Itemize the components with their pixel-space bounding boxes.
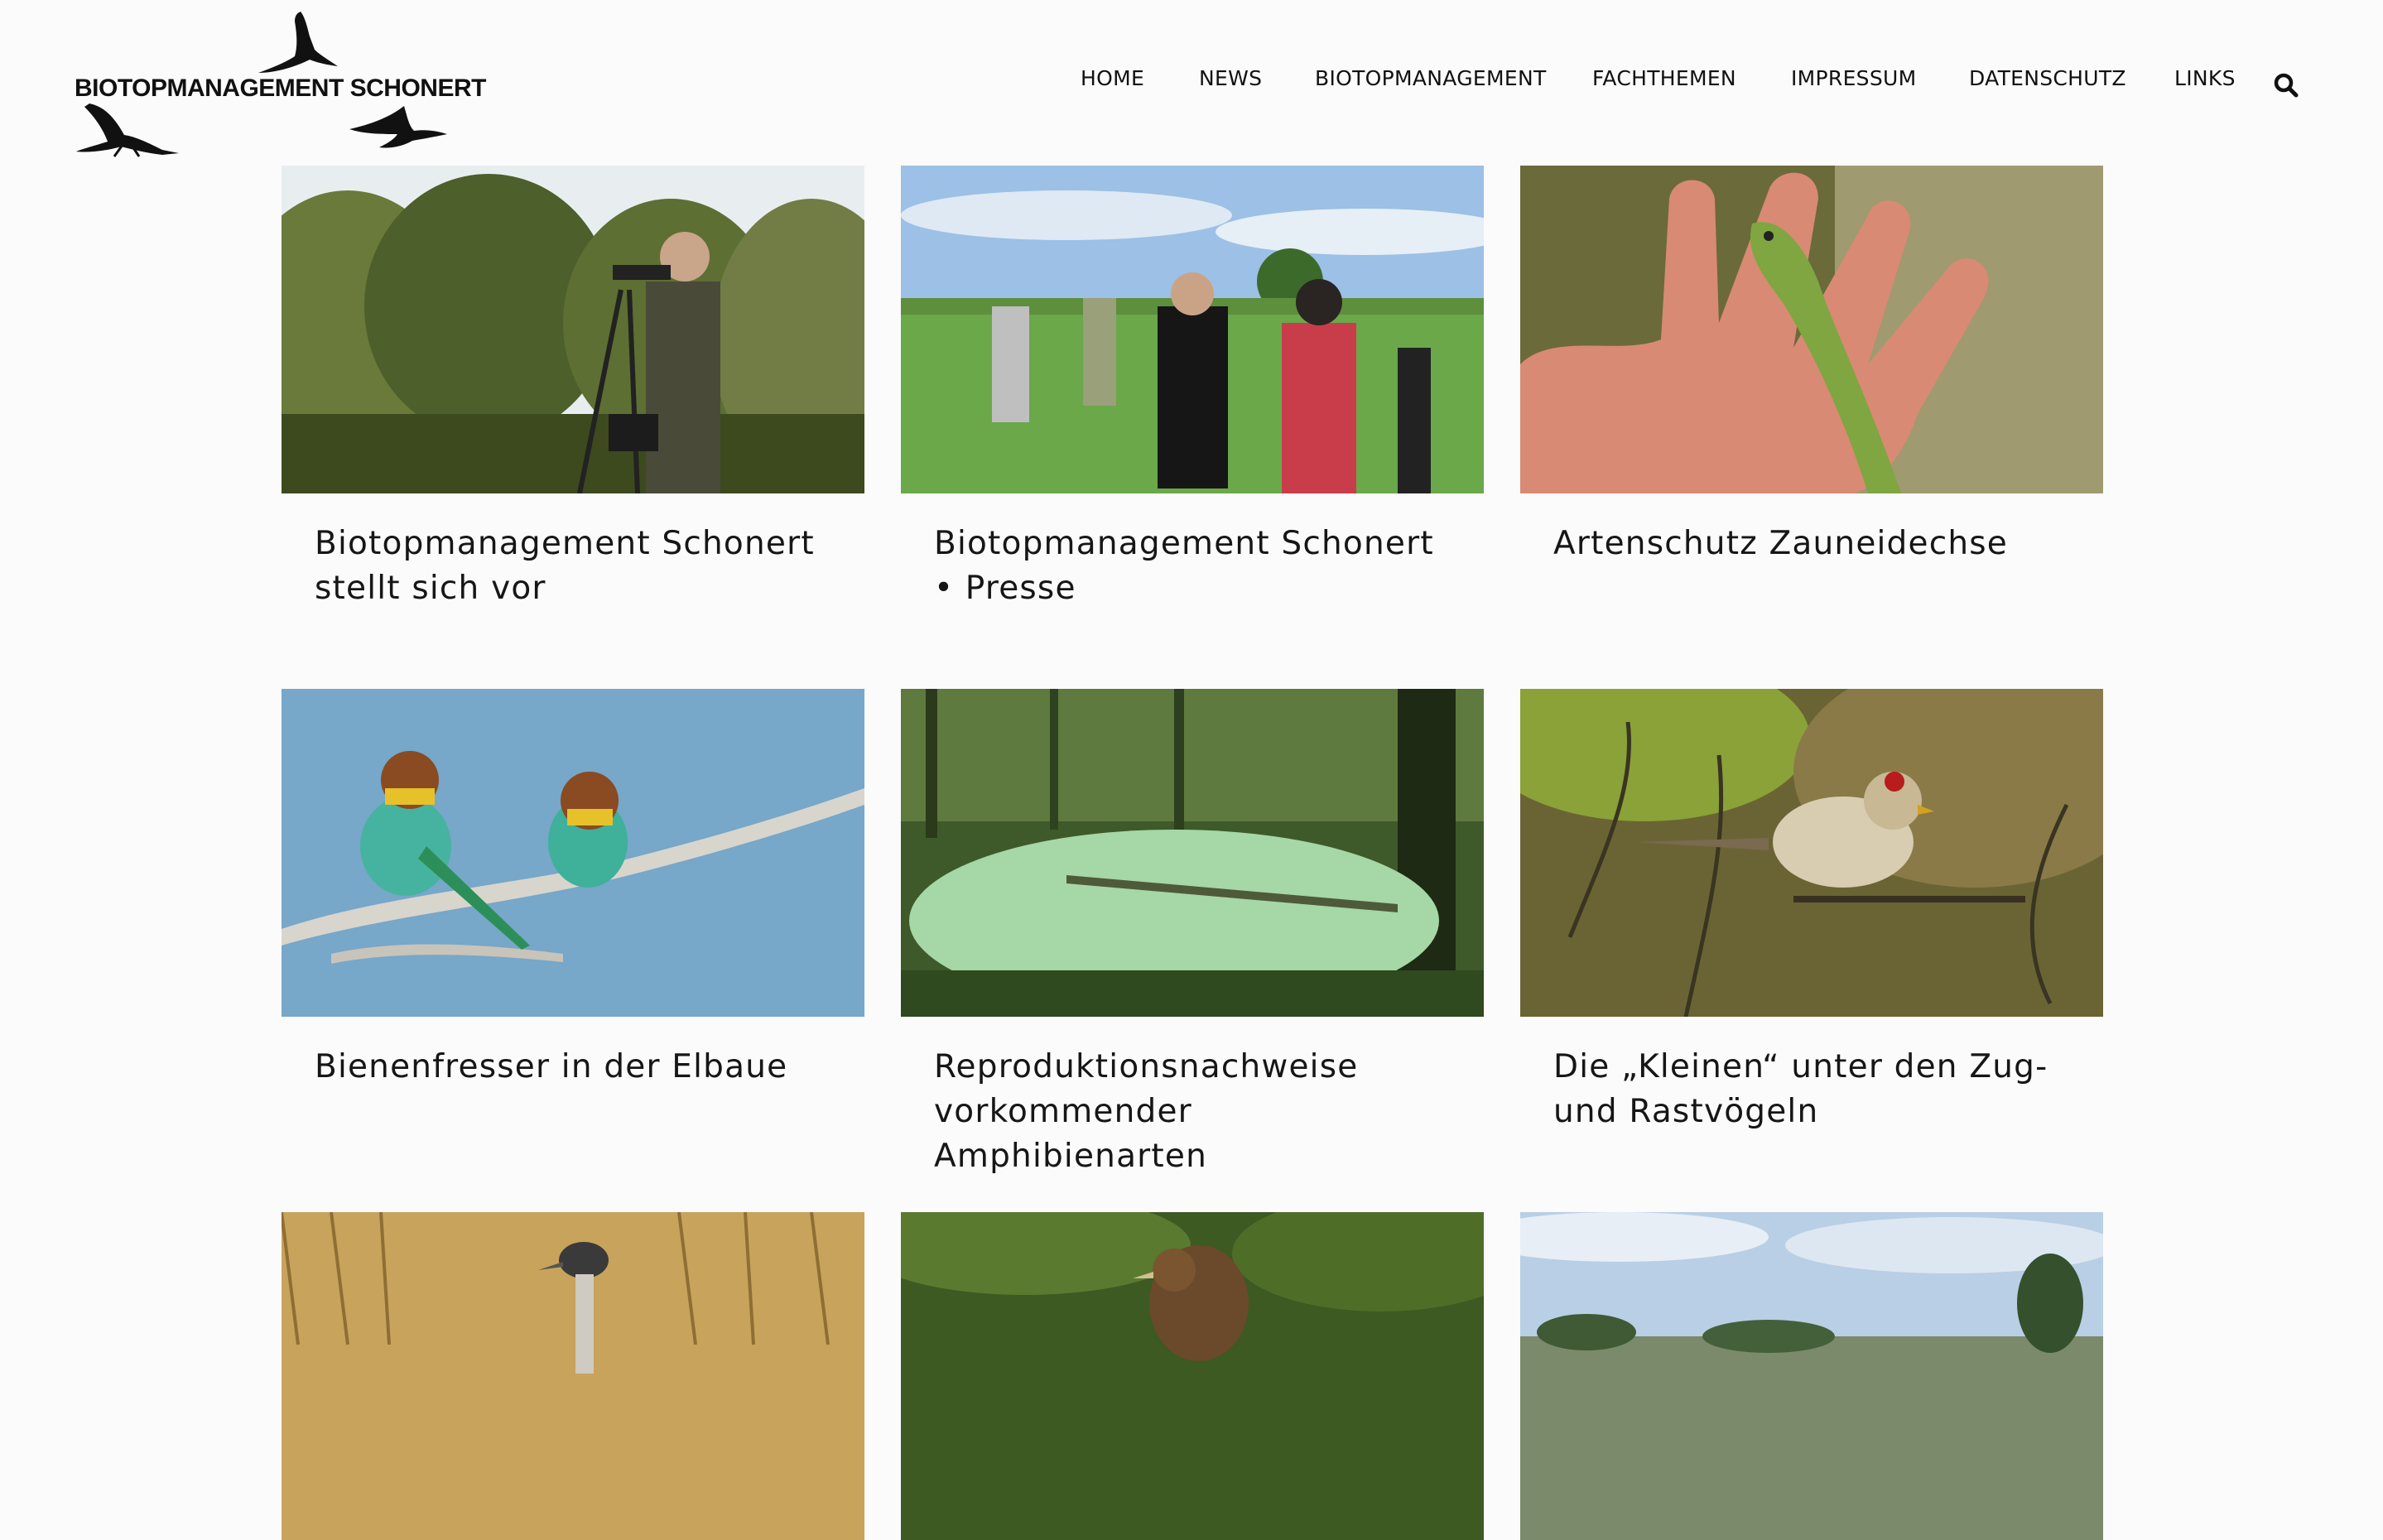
post-thumbnail[interactable] bbox=[1520, 689, 2103, 1017]
site-header: BIOTOPMANAGEMENT SCHONERT HOME NEWS BIOT… bbox=[0, 0, 2383, 161]
post-card: Reproduktionsnachweise vorkommender Amph… bbox=[901, 689, 1484, 1175]
post-thumbnail[interactable] bbox=[282, 166, 864, 493]
post-card: Die „Kleinen“ unter den Zug- und Rastvög… bbox=[1520, 689, 2103, 1130]
post-thumbnail[interactable] bbox=[282, 1212, 864, 1540]
nav-item-fachthemen[interactable]: FACHTHEMEN bbox=[1592, 66, 1736, 90]
post-thumbnail[interactable] bbox=[1520, 166, 2103, 493]
bee-eater-photo bbox=[282, 689, 864, 1017]
nav-item-links[interactable]: LINKS bbox=[2174, 66, 2236, 90]
post-title[interactable]: Bienenfresser in der Elbaue bbox=[315, 1045, 845, 1090]
post-card: Biotopmanagement Schonert • Presse bbox=[901, 166, 1484, 607]
post-thumbnail[interactable] bbox=[1520, 1212, 2103, 1540]
post-title[interactable]: Biotopmanagement Schonert stellt sich vo… bbox=[315, 522, 845, 611]
post-thumbnail[interactable] bbox=[901, 166, 1484, 493]
post-card: Artenschutz Zauneidechse bbox=[1520, 166, 2103, 562]
post-title[interactable]: Die „Kleinen“ unter den Zug- und Rastvög… bbox=[1553, 1045, 2083, 1134]
crane-silhouette-icon bbox=[258, 12, 338, 73]
nav-item-news[interactable]: NEWS bbox=[1199, 66, 1262, 90]
redpoll-photo bbox=[1520, 689, 2103, 1017]
post-card bbox=[1520, 1212, 2103, 1540]
search-button[interactable] bbox=[2272, 71, 2300, 99]
capercaillie-photo bbox=[901, 1212, 1484, 1540]
post-thumbnail[interactable] bbox=[901, 1212, 1484, 1540]
amphibian-pond-photo bbox=[901, 689, 1484, 1017]
press-film-crew-photo bbox=[901, 166, 1484, 493]
post-title[interactable]: Reproduktionsnachweise vorkommender Amph… bbox=[934, 1045, 1464, 1179]
birdwatcher-photo bbox=[282, 166, 864, 493]
nav-item-biotopmanagement[interactable]: BIOTOPMANAGEMENT bbox=[1315, 66, 1547, 90]
search-icon bbox=[2274, 73, 2299, 98]
post-card bbox=[901, 1212, 1484, 1540]
nav-item-home[interactable]: HOME bbox=[1081, 66, 1144, 90]
post-thumbnail[interactable] bbox=[282, 689, 864, 1017]
crane-in-reeds-photo bbox=[282, 1212, 864, 1540]
nav-item-impressum[interactable]: IMPRESSUM bbox=[1791, 66, 1917, 90]
crane-silhouette-icon bbox=[349, 106, 447, 148]
landscape-photo bbox=[1520, 1212, 2103, 1540]
sand-lizard-photo bbox=[1520, 166, 2103, 493]
crane-silhouette-icon bbox=[76, 103, 179, 157]
site-logo[interactable]: BIOTOPMANAGEMENT SCHONERT bbox=[73, 8, 486, 157]
post-card: Bienenfresser in der Elbaue bbox=[282, 689, 864, 1085]
post-thumbnail[interactable] bbox=[901, 689, 1484, 1017]
post-title[interactable]: Biotopmanagement Schonert • Presse bbox=[934, 522, 1464, 611]
post-card bbox=[282, 1212, 864, 1540]
post-title[interactable]: Artenschutz Zauneidechse bbox=[1553, 522, 2083, 566]
nav-item-datenschutz[interactable]: DATENSCHUTZ bbox=[1969, 66, 2126, 90]
post-card: Biotopmanagement Schonert stellt sich vo… bbox=[282, 166, 864, 607]
